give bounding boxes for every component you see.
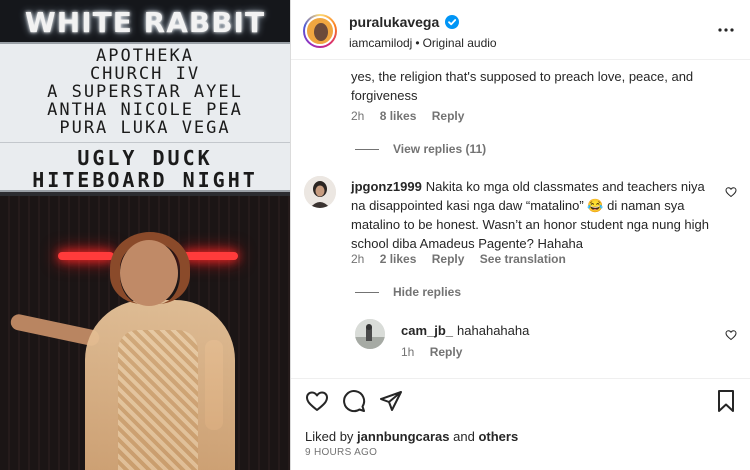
commenter-avatar[interactable] bbox=[304, 176, 336, 208]
marquee-line: PURA LUKA VEGA bbox=[59, 118, 231, 138]
hide-replies-button[interactable]: Hide replies bbox=[355, 285, 461, 299]
reply-body: cam_jb_ hahahahaha bbox=[401, 321, 701, 340]
hide-replies-label: Hide replies bbox=[393, 285, 462, 299]
comment-bubble-icon[interactable] bbox=[342, 389, 366, 413]
marquee-line: CHURCH IV bbox=[89, 64, 201, 84]
avatar-face bbox=[314, 23, 328, 41]
save-bookmark-icon[interactable] bbox=[714, 389, 738, 413]
reply-button[interactable]: Reply bbox=[432, 252, 465, 266]
liked-by-and: and bbox=[453, 429, 475, 444]
neon-light bbox=[58, 252, 114, 260]
like-comment-heart-icon[interactable] bbox=[725, 186, 737, 198]
commenter-photo bbox=[304, 176, 336, 208]
see-translation-button[interactable]: See translation bbox=[480, 252, 566, 266]
audio-line: iamcamilodj • Original audio bbox=[349, 36, 497, 50]
more-options-icon[interactable] bbox=[716, 22, 736, 38]
liked-by-line: Liked by jannbungcaras and others bbox=[305, 429, 518, 444]
marquee-divider bbox=[0, 142, 290, 143]
share-paper-plane-icon[interactable] bbox=[379, 389, 403, 413]
audio-author[interactable]: iamcamilodj bbox=[349, 36, 412, 50]
like-reply-heart-icon[interactable] bbox=[725, 329, 737, 341]
reply-button[interactable]: Reply bbox=[432, 109, 465, 123]
dress-embroidery bbox=[118, 330, 198, 470]
comment-username[interactable]: jpgonz1999 bbox=[351, 179, 422, 194]
post-media[interactable]: WHITE RABBIT APOTHEKA CHURCH IV A SUPERS… bbox=[0, 0, 290, 470]
comment-body: jpgonz1999 Nakita ko mga old classmates a… bbox=[351, 177, 715, 253]
reply-text: hahahahaha bbox=[457, 323, 530, 338]
author-avatar[interactable] bbox=[303, 14, 337, 48]
view-replies-button[interactable]: View replies (11) bbox=[355, 142, 486, 156]
post-timestamp[interactable]: 9 HOURS AGO bbox=[305, 447, 377, 458]
liked-by-prefix: Liked by bbox=[305, 429, 354, 444]
post-header: puralukavega iamcamilodj • Original audio bbox=[291, 0, 750, 60]
comment-likes[interactable]: 8 likes bbox=[380, 109, 417, 123]
marquee-line: APOTHEKA bbox=[96, 46, 194, 66]
reply-username[interactable]: cam_jb_ bbox=[401, 323, 453, 338]
replies-dash bbox=[355, 292, 379, 294]
marquee-line: ANTHA NICOLE PEA bbox=[47, 100, 243, 120]
comment-text: yes, the religion that's supposed to pre… bbox=[351, 69, 694, 103]
view-replies-label: View replies (11) bbox=[393, 142, 487, 156]
marquee-line: A SUPERSTAR AYEL bbox=[47, 82, 243, 102]
reply-time: 1h bbox=[401, 345, 415, 359]
marquee-line: HITEBOARD NIGHT bbox=[32, 168, 258, 192]
comment-time: 2h bbox=[351, 252, 365, 266]
author-avatar-image bbox=[305, 16, 335, 46]
verified-badge-icon bbox=[445, 15, 459, 29]
reply-avatar[interactable] bbox=[355, 319, 385, 349]
liked-by-user[interactable]: jannbungcaras bbox=[357, 429, 449, 444]
replies-dash bbox=[355, 149, 379, 151]
liked-by-others[interactable]: others bbox=[478, 429, 518, 444]
reply-avatar-photo bbox=[355, 319, 385, 349]
marquee-line: UGLY DUCK bbox=[77, 146, 213, 170]
reply-button[interactable]: Reply bbox=[430, 345, 463, 359]
neon-light bbox=[182, 252, 238, 260]
comment-meta: 2h 2 likes Reply See translation bbox=[351, 252, 578, 266]
sign-brand-text: WHITE RABBIT bbox=[24, 6, 266, 39]
comments-list[interactable]: yes, the religion that's supposed to pre… bbox=[291, 60, 750, 378]
performer-face bbox=[120, 240, 178, 306]
comment-likes[interactable]: 2 likes bbox=[380, 252, 417, 266]
separator-dot: • bbox=[415, 36, 420, 50]
comment-meta: 2h 8 likes Reply bbox=[351, 109, 476, 123]
like-heart-icon[interactable] bbox=[305, 389, 329, 413]
post-actions: Liked by jannbungcaras and others 9 HOUR… bbox=[291, 378, 750, 470]
marquee-sign: WHITE RABBIT bbox=[0, 0, 290, 42]
comment-time: 2h bbox=[351, 109, 365, 123]
reply-meta: 1h Reply bbox=[401, 345, 474, 359]
audio-label[interactable]: Original audio bbox=[423, 36, 497, 50]
author-username[interactable]: puralukavega bbox=[349, 14, 439, 30]
marquee-board: APOTHEKA CHURCH IV A SUPERSTAR AYEL ANTH… bbox=[0, 42, 290, 192]
